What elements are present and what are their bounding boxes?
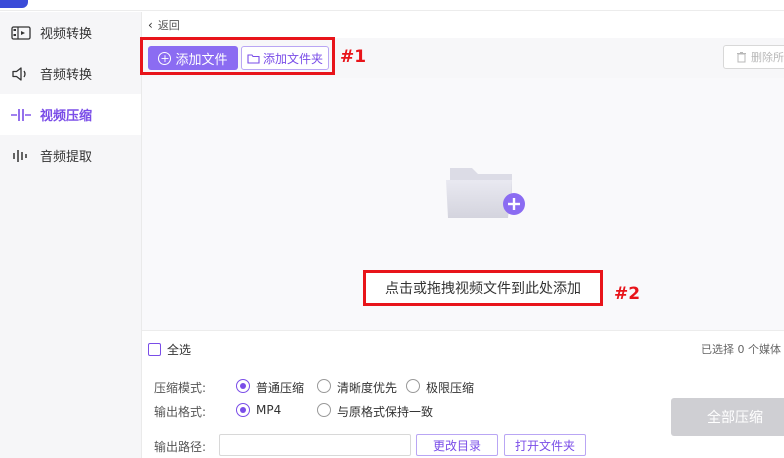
radio-clarity-first[interactable] — [317, 379, 331, 393]
delete-all-button[interactable]: 删除所 — [723, 45, 784, 69]
back-label: 返回 — [157, 19, 180, 32]
file-drop-zone[interactable]: 点击或拖拽视频文件到此处添加 — [142, 78, 784, 330]
annotation-label-2: #2 — [614, 284, 641, 304]
radio-format-mp4-label: MP4 — [256, 403, 282, 417]
title-bar — [0, 0, 784, 11]
sidebar-item-audio-convert[interactable]: 音频转换 — [0, 53, 141, 94]
back-button[interactable]: ‹ 返回 — [148, 17, 180, 33]
selection-bar: 全选 已选择 0 个媒体 — [142, 330, 784, 366]
sidebar-item-video-convert[interactable]: 视频转换 — [0, 12, 141, 53]
output-path-label: 输出路径: — [154, 440, 207, 454]
compress-all-button[interactable]: 全部压缩 — [671, 398, 784, 436]
sidebar-item-label: 视频压缩 — [40, 109, 93, 124]
trash-icon — [736, 51, 747, 63]
radio-normal-compress-label: 普通压缩 — [256, 381, 305, 395]
app-logo — [0, 0, 28, 8]
sidebar-item-label: 视频转换 — [40, 27, 93, 42]
annotation-label-1: #1 — [340, 47, 367, 67]
select-all-checkbox[interactable] — [148, 343, 161, 356]
open-folder-button[interactable]: 打开文件夹 — [504, 434, 586, 456]
change-directory-button[interactable]: 更改目录 — [416, 434, 498, 456]
sidebar-item-label: 音频提取 — [40, 150, 93, 165]
radio-clarity-first-label: 清晰度优先 — [337, 381, 398, 395]
video-convert-icon — [10, 25, 32, 41]
radio-format-mp4[interactable] — [236, 403, 250, 417]
main-panel: ‹ 返回 + 添加文件 添加文件夹 删除所 点击或拖拽视频文件到此处添加 全选 … — [142, 12, 784, 458]
speaker-icon — [10, 66, 32, 82]
empty-folder-icon — [444, 158, 526, 232]
output-path-input[interactable] — [219, 434, 411, 456]
sidebar-item-label: 音频转换 — [40, 68, 93, 83]
sidebar-item-video-compress[interactable]: 视频压缩 — [0, 94, 141, 135]
sidebar-item-audio-extract[interactable]: 音频提取 — [0, 135, 141, 176]
compress-icon — [10, 107, 32, 123]
select-all-label: 全选 — [167, 343, 192, 357]
output-format-label: 输出格式: — [154, 405, 207, 419]
drop-hint: 点击或拖拽视频文件到此处添加 — [363, 270, 603, 306]
audio-wave-icon — [10, 148, 32, 164]
radio-extreme-compress[interactable] — [406, 379, 420, 393]
chevron-left-icon: ‹ — [148, 18, 153, 32]
radio-normal-compress[interactable] — [236, 379, 250, 393]
radio-format-original[interactable] — [317, 403, 331, 417]
annotation-box-1 — [140, 37, 335, 75]
compress-mode-label: 压缩模式: — [154, 381, 207, 395]
selected-count: 已选择 0 个媒体 — [701, 343, 781, 356]
radio-extreme-compress-label: 极限压缩 — [426, 381, 475, 395]
radio-format-original-label: 与原格式保持一致 — [337, 405, 434, 419]
delete-all-label: 删除所 — [751, 51, 784, 64]
sidebar: 视频转换 音频转换 视频压缩 音频提取 — [0, 12, 142, 458]
